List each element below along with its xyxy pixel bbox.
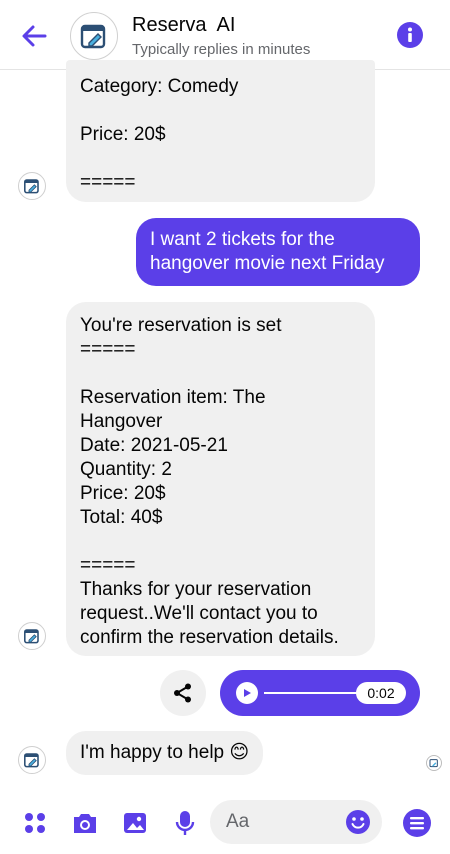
- camera-icon[interactable]: [70, 808, 100, 838]
- play-icon[interactable]: [236, 682, 258, 704]
- message-line: [80, 362, 361, 386]
- composer-bar: Aa: [0, 790, 450, 854]
- message-line: =====: [80, 555, 136, 576]
- message-line: [80, 99, 361, 123]
- message-line: Total: 40$: [80, 507, 163, 528]
- message-line: Hangover: [80, 411, 163, 432]
- bot-message-last: I'm happy to help 😊: [66, 731, 264, 775]
- audio-duration: 0:02: [356, 682, 406, 704]
- bot-message-reservation: You're reservation is set ===== Reservat…: [66, 302, 375, 656]
- message-line: confirm the reservation details.: [80, 627, 339, 648]
- message-line: =====: [80, 172, 136, 193]
- message-line: Category: Comedy: [80, 76, 239, 97]
- message-line: hangover movie next Friday: [150, 253, 385, 274]
- calendar-edit-icon: [429, 759, 438, 768]
- emoji-icon[interactable]: [344, 808, 372, 836]
- message-line: =====: [80, 339, 136, 360]
- message-line: [80, 530, 361, 554]
- message-line: Quantity: 2: [80, 459, 172, 480]
- message-line: Price: 20$: [80, 483, 166, 504]
- share-button[interactable]: [160, 670, 206, 716]
- audio-progress[interactable]: [264, 692, 360, 694]
- message-input[interactable]: Aa: [210, 800, 382, 844]
- message-line: I'm happy to help 😊: [80, 742, 250, 763]
- audio-message: 0:02: [220, 670, 420, 716]
- message-line: Price: 20$: [80, 124, 166, 145]
- chat-title: Reserva AI: [132, 14, 236, 36]
- user-message: I want 2 tickets for the hangover movie …: [136, 218, 420, 286]
- bot-avatar[interactable]: [70, 12, 118, 60]
- message-line: request..We'll contact you to: [80, 603, 318, 624]
- calendar-edit-icon: [24, 179, 39, 194]
- back-arrow-icon[interactable]: [18, 20, 50, 52]
- mic-icon[interactable]: [170, 808, 200, 838]
- bot-avatar-small: [18, 746, 46, 774]
- apps-icon[interactable]: [20, 808, 50, 838]
- calendar-edit-icon: [24, 629, 39, 644]
- info-icon[interactable]: [397, 22, 423, 48]
- message-line: Thanks for your reservation: [80, 579, 312, 600]
- message-line: You're reservation is set: [80, 315, 282, 336]
- read-receipt-avatar: [426, 755, 442, 771]
- message-line: Date: 2021-05-21: [80, 435, 228, 456]
- bot-avatar-small: [18, 172, 46, 200]
- chat-subtitle: Typically replies in minutes: [132, 41, 311, 58]
- calendar-edit-icon: [80, 24, 106, 49]
- message-input-placeholder: Aa: [226, 811, 250, 832]
- bot-message-prev: Category: Comedy Price: 20$ =====: [66, 60, 375, 202]
- message-line: [80, 147, 361, 171]
- image-icon[interactable]: [120, 808, 150, 838]
- calendar-edit-icon: [24, 753, 39, 768]
- message-line: I want 2 tickets for the: [150, 229, 335, 250]
- share-icon: [174, 683, 191, 703]
- message-line: Reservation item: The: [80, 387, 266, 408]
- bot-avatar-small: [18, 622, 46, 650]
- menu-icon[interactable]: [402, 808, 432, 838]
